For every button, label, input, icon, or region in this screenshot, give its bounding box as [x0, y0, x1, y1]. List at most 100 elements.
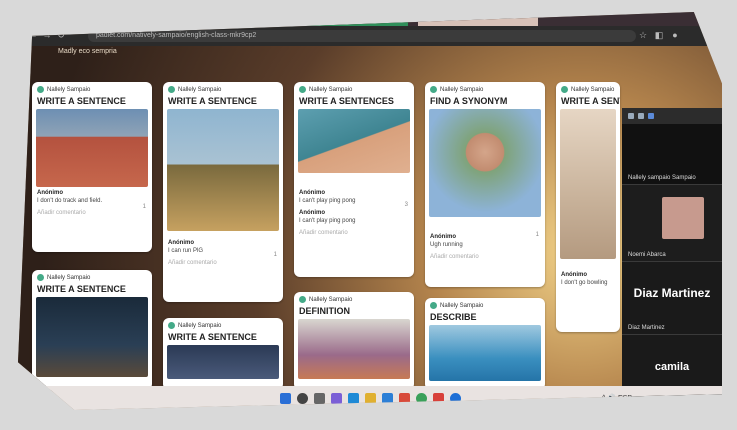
app-icon[interactable]	[398, 392, 410, 404]
view-icon[interactable]	[628, 113, 634, 119]
browser-tab-active[interactable]	[268, 15, 408, 26]
card-title: WRITE A SENTENCE	[168, 332, 257, 342]
avatar	[168, 322, 175, 329]
participant-display-name: camila	[654, 361, 690, 373]
comment: Anónimo I can't play ping pong	[294, 207, 414, 227]
extensions-icon[interactable]: ◧	[654, 30, 664, 40]
card-author: Nallely Sampaio	[440, 86, 484, 93]
comment-author: Anónimo	[37, 190, 63, 196]
avatar	[430, 86, 437, 93]
grid-icon[interactable]	[638, 113, 644, 119]
profile-icon[interactable]: ●	[670, 30, 680, 40]
card-author: Nallely Sampaio	[309, 86, 353, 93]
app-icon[interactable]	[432, 392, 444, 404]
comment-count: 1	[142, 204, 146, 210]
ping-pong-photo	[298, 109, 410, 173]
padlet-card[interactable]: Nallely Sampaio WRITE A SENTENCES 3 Anón…	[294, 82, 414, 277]
comment-count: 3	[404, 202, 408, 208]
comment: Anónimo Ugh running	[425, 231, 545, 251]
basketball-photo	[298, 319, 410, 379]
folder-icon[interactable]	[364, 392, 376, 404]
video-panel-toolbar	[622, 108, 722, 124]
card-title: WRITE A SENTENCE	[168, 96, 257, 106]
comment: Anónimo I can run PlG	[163, 237, 283, 257]
card-author: Nallely Sampaio	[47, 274, 91, 281]
avatar	[561, 86, 568, 93]
comment-author: Anónimo	[299, 190, 325, 196]
participant-tile[interactable]: Diaz Martinez Diaz Martinez	[622, 262, 722, 335]
comment: Anónimo I don't go bowling	[556, 269, 620, 289]
avatar	[299, 86, 306, 93]
card-title: WRITE A SENTENCE	[37, 96, 126, 106]
add-comment-field[interactable]: Añadir comentario	[32, 207, 152, 219]
teams-icon[interactable]	[330, 392, 342, 404]
chrome-icon[interactable]	[415, 392, 427, 404]
participant-tile[interactable]: camila camila	[622, 335, 722, 409]
add-comment-field[interactable]: Añadir comentario	[163, 257, 283, 269]
man-portrait-photo	[429, 109, 541, 217]
card-title: WRITE A SENTENCE	[37, 284, 126, 294]
comment-author: Anónimo	[168, 240, 194, 246]
edge-icon[interactable]	[347, 392, 359, 404]
padlet-card[interactable]: Nallely Sampaio WRITE A SENTENCE	[163, 318, 283, 390]
track-runner-photo	[36, 109, 148, 187]
participant-name: Noemi Abarca	[628, 252, 666, 258]
stadium-photo	[167, 345, 279, 379]
browser-tab[interactable]	[28, 15, 118, 26]
padlet-card[interactable]: Nallely Sampaio WRITE A SENTENCE 1 Anóni…	[32, 82, 152, 252]
bookmark-icon[interactable]: ☆	[638, 30, 648, 40]
participant-video	[662, 197, 704, 239]
monitor-screen: ← → ↻ padlet.com/natively-sampaio/englis…	[18, 12, 722, 410]
dog-photo	[560, 109, 616, 259]
comment: Anónimo I can't play ping pong	[294, 187, 414, 207]
cyclists-race-photo	[167, 109, 279, 231]
comment-author: Anónimo	[299, 210, 325, 216]
task-view-icon[interactable]	[313, 392, 325, 404]
padlet-card[interactable]: Nallely Sampaio FIND A SYNONYM 1 Anónimo…	[425, 82, 545, 287]
padlet-card[interactable]: Nallely Sampaio DESCRIBE	[425, 298, 545, 390]
system-tray[interactable]: ^ 🔊 ESP	[602, 394, 632, 402]
padlet-card[interactable]: Nallely Sampaio DEFINITION	[294, 292, 414, 390]
reload-icon[interactable]: ↻	[56, 30, 66, 40]
browser-tab-strip	[18, 12, 722, 26]
forward-icon[interactable]: →	[42, 30, 52, 40]
card-author: Nallely Sampaio	[178, 86, 222, 93]
comment-author: Anónimo	[430, 234, 456, 240]
url-field[interactable]: padlet.com/natively-sampaio/english-clas…	[88, 30, 636, 42]
comment-text: I can't play ping pong	[299, 218, 356, 224]
browser-tab[interactable]	[418, 15, 538, 26]
card-author: Nallely Sampaio	[178, 322, 222, 329]
address-bar-row: ← → ↻ padlet.com/natively-sampaio/englis…	[18, 26, 722, 46]
participant-name: camila	[628, 399, 646, 405]
browser-tab[interactable]	[120, 15, 210, 26]
participant-tile[interactable]: Noemi Abarca	[622, 185, 722, 262]
avatar	[299, 296, 306, 303]
speaker-view-icon[interactable]	[648, 113, 654, 119]
comment-text: I can't play ping pong	[299, 198, 356, 204]
back-icon[interactable]: ←	[28, 30, 38, 40]
board-subtitle: Madly eco sempria	[58, 48, 117, 55]
padlet-card[interactable]: Nallely Sampaio WRITE A SENTENCE	[32, 270, 152, 390]
add-comment-field[interactable]: Añadir comentario	[294, 227, 414, 239]
zoom-icon[interactable]	[449, 392, 461, 404]
card-title: WRITE A SENTENCE	[561, 96, 620, 106]
card-title: WRITE A SENTENCES	[299, 96, 394, 106]
store-icon[interactable]	[381, 392, 393, 404]
search-icon[interactable]	[296, 392, 308, 404]
card-title: FIND A SYNONYM	[430, 96, 508, 106]
boxing-photo	[36, 297, 148, 377]
comment-count: 1	[535, 232, 539, 238]
padlet-card[interactable]: Nallely Sampaio WRITE A SENTENCE Anónimo…	[556, 82, 620, 332]
comment-text: Ugh running	[430, 242, 463, 248]
padlet-card[interactable]: Nallely Sampaio WRITE A SENTENCE 1 Anóni…	[163, 82, 283, 302]
card-author: Nallely Sampaio	[440, 302, 484, 309]
photo-frame: ← → ↻ padlet.com/natively-sampaio/englis…	[0, 0, 737, 430]
avatar	[168, 86, 175, 93]
card-author: Nallely Sampaio	[47, 86, 91, 93]
participant-tile[interactable]: Nallely sampaio Sampaio	[622, 124, 722, 185]
swimming-photo	[429, 325, 541, 381]
add-comment-field[interactable]: Añadir comentario	[425, 251, 545, 263]
avatar	[37, 274, 44, 281]
participant-name: Nallely sampaio Sampaio	[628, 175, 696, 181]
start-icon[interactable]	[279, 392, 291, 404]
